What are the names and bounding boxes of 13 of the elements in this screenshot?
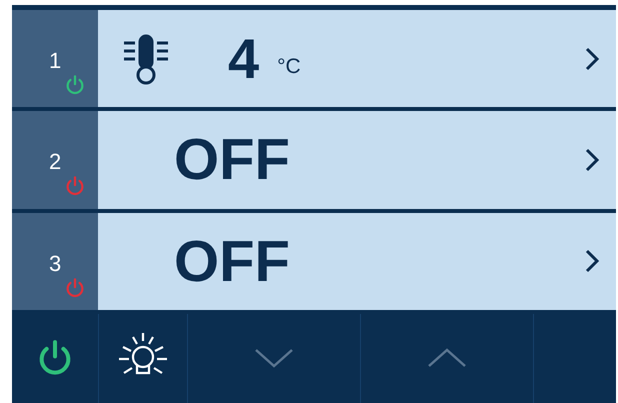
temperature-unit: °C	[277, 54, 301, 79]
zone-status: OFF	[174, 228, 290, 295]
zone-number: 2	[49, 149, 62, 176]
zone-panel[interactable]: OFF	[98, 212, 616, 310]
zone-number: 3	[49, 250, 62, 277]
zone-panel[interactable]: 4 °C	[98, 10, 616, 108]
zone-status: OFF	[174, 126, 290, 194]
thermometer-icon	[122, 32, 170, 85]
temperature-value: 4	[228, 26, 260, 92]
chevron-down-icon	[254, 347, 294, 370]
chevron-up-icon	[427, 347, 467, 370]
zone-number: 1	[49, 48, 62, 74]
zone-panel[interactable]: OFF	[98, 111, 616, 209]
